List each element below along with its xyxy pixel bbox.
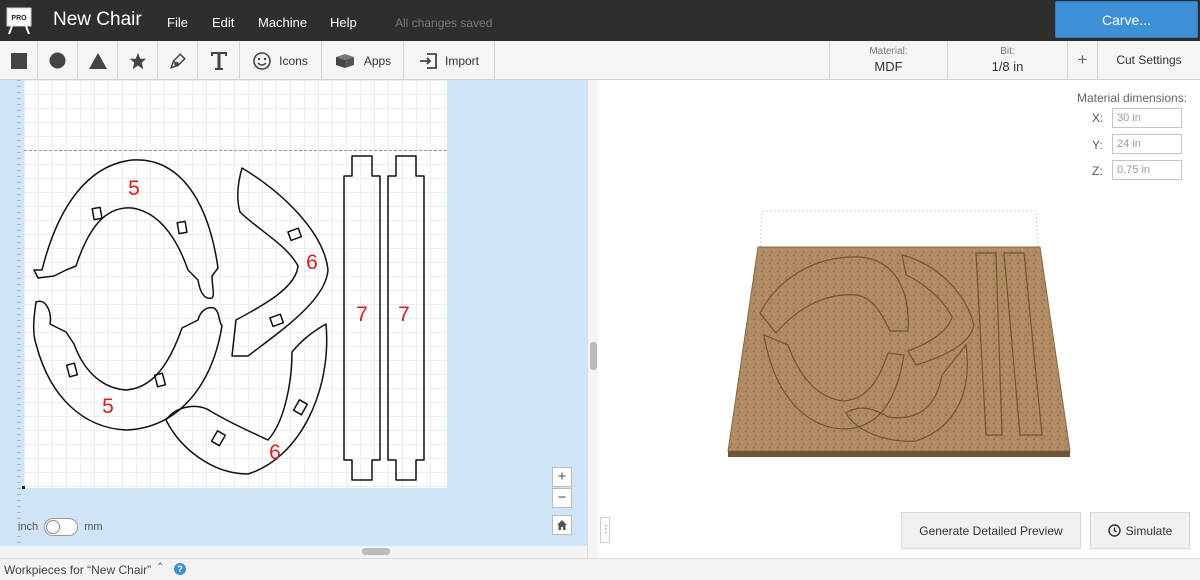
part-5-bottom-slot	[153, 372, 167, 388]
bit-selector[interactable]: Bit: 1/8 in	[947, 41, 1067, 80]
help-icon[interactable]: ?	[174, 563, 186, 575]
chair-parts-drawing[interactable]: 5 6 7 7 5 6	[0, 0, 600, 560]
unit-switch[interactable]	[44, 518, 79, 536]
switch-knob	[46, 520, 61, 534]
dim-z-input[interactable]	[1112, 160, 1182, 180]
part-5-bottom-slot	[65, 362, 79, 378]
bit-caption: Bit:	[1000, 46, 1015, 57]
material-dimensions-title: Material dimensions:	[1077, 91, 1188, 105]
dim-x-input[interactable]	[1112, 108, 1182, 128]
part-label-6: 6	[306, 251, 318, 274]
cut-settings-button[interactable]: Cut Settings	[1097, 41, 1200, 80]
generate-detailed-preview-button[interactable]: Generate Detailed Preview	[901, 512, 1081, 549]
zoom-in-button[interactable]: +	[552, 467, 572, 487]
simulate-label: Simulate	[1125, 523, 1173, 538]
dim-y-label: Y:	[1092, 138, 1103, 152]
origin-marker	[22, 486, 25, 489]
chevron-up-icon[interactable]: ⌃	[156, 562, 164, 573]
unit-mm-label: mm	[84, 521, 103, 533]
part-5-top-slot	[91, 206, 103, 221]
carve-button[interactable]: Carve...	[1055, 1, 1198, 38]
part-6-top-slot	[287, 227, 303, 242]
simulate-button[interactable]: Simulate	[1090, 512, 1190, 549]
panel-menu-handle[interactable]: ⋮	[600, 517, 611, 543]
add-bit-button[interactable]: +	[1067, 41, 1097, 80]
part-label-5: 5	[128, 177, 140, 200]
clock-icon	[1107, 524, 1121, 537]
part-6-bottom-slot	[210, 430, 227, 447]
part-label-5: 5	[102, 395, 114, 418]
material-selector[interactable]: Material: MDF	[829, 41, 947, 80]
bit-value: 1/8 in	[991, 59, 1024, 74]
carve-3d-preview[interactable]	[720, 205, 1080, 465]
horizontal-scroll-thumb[interactable]	[362, 548, 390, 555]
vertical-scroll-thumb[interactable]	[590, 342, 597, 370]
part-label-7: 7	[356, 303, 368, 326]
part-6-bottom-slot	[292, 399, 309, 416]
unit-inch-label: inch	[18, 521, 39, 533]
material-value: MDF	[874, 59, 903, 74]
part-label-6: 6	[269, 441, 281, 464]
dim-z-label: Z:	[1092, 164, 1103, 178]
dim-x-label: X:	[1092, 111, 1104, 125]
part-5-bottom	[32, 300, 223, 431]
part-6-top-slot	[269, 313, 285, 328]
part-5-top	[33, 159, 219, 300]
dim-y-input[interactable]	[1112, 134, 1182, 154]
zoom-out-button[interactable]: −	[552, 488, 572, 508]
canvas-vertical-scrollbar[interactable]	[587, 80, 598, 558]
workpieces-label[interactable]: Workpieces for “New Chair”	[4, 563, 151, 577]
part-5-top-slot	[176, 220, 188, 235]
mdf-edge	[728, 451, 1070, 457]
material-caption: Material:	[869, 46, 908, 57]
canvas-horizontal-scrollbar[interactable]	[0, 546, 587, 558]
unit-toggle[interactable]: inch mm	[18, 518, 103, 536]
home-icon	[557, 520, 567, 530]
material-outline	[759, 210, 1039, 250]
zoom-home-button[interactable]	[552, 515, 572, 535]
part-label-7: 7	[398, 303, 410, 326]
workpieces-bar: Workpieces for “New Chair” ⌃ ?	[0, 558, 1200, 580]
